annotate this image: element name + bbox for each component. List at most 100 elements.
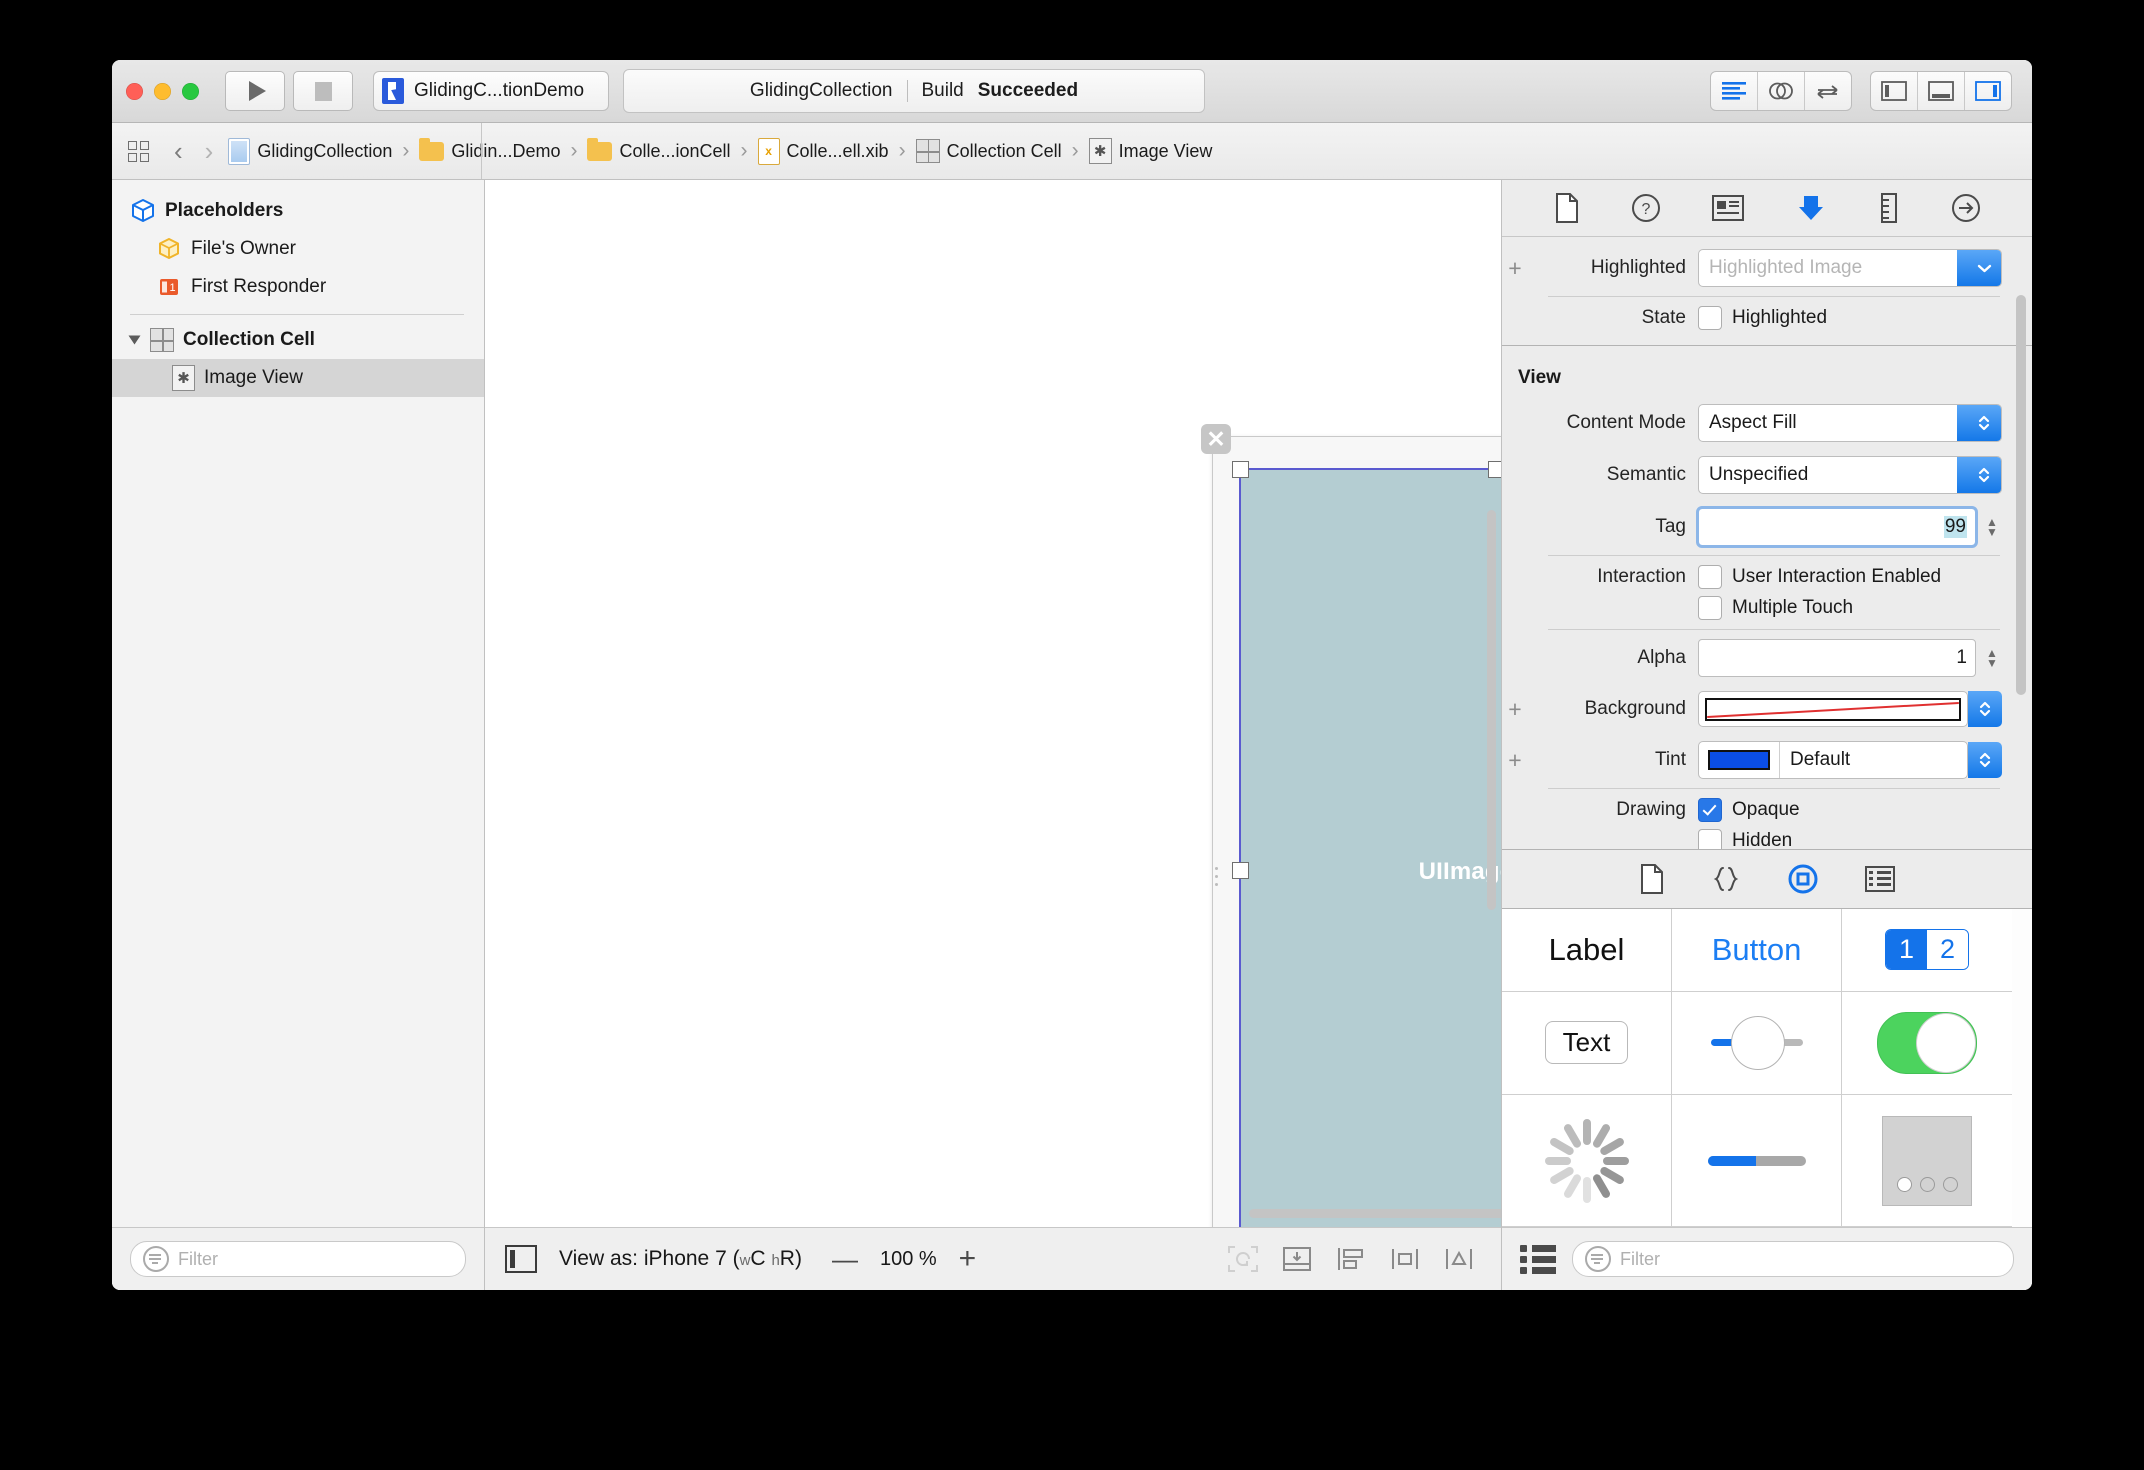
add-tint-variation-button[interactable]: + [1502, 749, 1528, 772]
background-chevron-up-down-icon[interactable] [1968, 691, 2002, 727]
editor-mode-segmented-control[interactable] [1710, 71, 1852, 111]
chevron-down-icon[interactable] [1957, 250, 2001, 286]
opaque-checkbox[interactable] [1698, 798, 1722, 822]
navigate-forward-button[interactable]: › [196, 136, 223, 167]
media-library-icon[interactable] [1865, 866, 1895, 892]
library-item-switch[interactable] [1842, 992, 2012, 1096]
identity-inspector-icon[interactable] [1712, 195, 1744, 221]
file-template-library-icon[interactable] [1639, 864, 1665, 894]
chevron-up-down-icon[interactable] [1957, 457, 2001, 493]
disclosure-triangle-icon[interactable] [129, 336, 141, 345]
close-icon[interactable]: ✕ [1201, 424, 1231, 454]
inspector-row-divider [1548, 296, 2000, 297]
object-library-grid[interactable]: Label Button 1 2 Text [1502, 909, 2032, 1227]
state-highlighted-checkbox[interactable] [1698, 306, 1722, 330]
related-items-icon[interactable] [128, 141, 149, 162]
breadcrumb-item-project[interactable]: GlidingCollection [226, 138, 394, 165]
add-constraints-icon[interactable] [1389, 1245, 1421, 1273]
breadcrumb-item-image-view[interactable]: ✱ Image View [1087, 138, 1215, 164]
quick-help-inspector-icon[interactable]: ? [1631, 193, 1661, 223]
outline-item-placeholders[interactable]: Placeholders [112, 192, 484, 230]
inspector-row-state: + State Highlighted [1502, 299, 2032, 337]
library-item-segmented-control[interactable]: 1 2 [1842, 909, 2012, 992]
toggle-utilities-button[interactable] [1965, 72, 2011, 110]
outline-item-files-owner[interactable]: File's Owner [112, 230, 484, 268]
size-inspector-icon[interactable] [1878, 193, 1900, 223]
inspector-row-interaction: + Interaction User Interaction Enabled [1502, 558, 2032, 596]
attributes-inspector-icon[interactable] [1795, 193, 1827, 223]
canvas-horizontal-scrollbar[interactable] [1249, 1209, 1501, 1218]
embed-in-icon[interactable] [1281, 1245, 1313, 1273]
navigator-filter-field[interactable]: Filter [130, 1241, 466, 1277]
semantic-select[interactable]: Unspecified [1698, 456, 2002, 494]
spacer: + [1502, 464, 1528, 487]
outline-item-collection-cell[interactable]: Collection Cell [112, 321, 484, 359]
library-item-slider[interactable] [1672, 992, 1842, 1096]
library-list-view-icon[interactable] [1520, 1245, 1556, 1274]
toggle-navigator-button[interactable] [1871, 72, 1918, 110]
user-interaction-enabled-checkbox[interactable] [1698, 565, 1722, 589]
selection-handle-top-left[interactable] [1232, 461, 1249, 478]
library-item-label[interactable]: Label [1502, 909, 1672, 992]
zoom-out-button[interactable]: — [832, 1246, 858, 1272]
breadcrumb-item-xib[interactable]: x Colle...ell.xib [756, 138, 891, 165]
align-icon[interactable] [1335, 1245, 1367, 1273]
alpha-input[interactable]: 1 [1698, 639, 1976, 677]
breadcrumb-item-group-cell[interactable]: Colle...ionCell [585, 141, 732, 162]
tag-input[interactable]: 99 [1698, 508, 1976, 546]
device-canvas-frame[interactable]: ✕ UIImageView [1212, 436, 1501, 1227]
canvas-vertical-scrollbar[interactable] [1487, 510, 1496, 910]
chevron-up-down-icon[interactable] [1957, 405, 2001, 441]
interface-builder-canvas[interactable]: ✕ UIImageView [485, 180, 1501, 1227]
zoom-in-button[interactable]: + [959, 1244, 977, 1274]
selection-handle-mid-left[interactable] [1232, 862, 1249, 879]
tag-stepper[interactable]: ▲▼ [1982, 519, 2002, 536]
library-scrollbar[interactable] [2016, 931, 2026, 1021]
alpha-stepper[interactable]: ▲▼ [1982, 650, 2002, 667]
connections-inspector-icon[interactable] [1951, 193, 1981, 223]
panel-toggle-segmented-control[interactable] [1870, 71, 2012, 111]
stop-button[interactable] [293, 71, 353, 111]
breadcrumb-item-group-demo[interactable]: Glidin...Demo [417, 141, 562, 162]
breadcrumb-item-collection-cell[interactable]: Collection Cell [914, 139, 1064, 163]
object-library-icon[interactable] [1787, 863, 1819, 895]
library-item-page-control[interactable] [1842, 1095, 2012, 1227]
library-item-button[interactable]: Button [1672, 909, 1842, 992]
run-button[interactable] [225, 71, 285, 111]
zoom-window-button[interactable] [182, 83, 199, 100]
activity-status-bar[interactable]: GlidingCollection Build Succeeded [623, 69, 1205, 113]
toggle-debug-area-button[interactable] [1918, 72, 1965, 110]
standard-editor-button[interactable] [1711, 72, 1758, 110]
multiple-touch-checkbox[interactable] [1698, 596, 1722, 620]
scheme-selector[interactable]: GlidingC...tionDemo [373, 71, 609, 111]
minimize-window-button[interactable] [154, 83, 171, 100]
outline-item-image-view[interactable]: ✱ Image View [112, 359, 484, 397]
navigate-back-button[interactable]: ‹ [165, 136, 192, 167]
document-outline-toggle-icon[interactable] [505, 1245, 537, 1273]
tint-chevron-up-down-icon[interactable] [1968, 742, 2002, 778]
update-frames-icon[interactable] [1227, 1245, 1259, 1273]
code-snippet-library-icon[interactable] [1711, 864, 1741, 894]
highlighted-image-combo[interactable]: Highlighted Image [1698, 249, 2002, 287]
library-filter-field[interactable]: Filter [1572, 1241, 2014, 1277]
outline-item-first-responder[interactable]: 1 First Responder [112, 268, 484, 306]
file-inspector-icon[interactable] [1554, 193, 1580, 223]
background-color-well[interactable] [1698, 691, 1968, 727]
close-window-button[interactable] [126, 83, 143, 100]
hidden-checkbox[interactable] [1698, 829, 1722, 850]
tint-color-well[interactable]: Default [1698, 741, 1968, 779]
library-item-text-field[interactable]: Text [1502, 992, 1672, 1096]
add-background-variation-button[interactable]: + [1502, 698, 1528, 721]
assistant-editor-button[interactable] [1758, 72, 1805, 110]
version-editor-button[interactable] [1805, 72, 1851, 110]
resolve-issues-icon[interactable] [1443, 1245, 1475, 1273]
content-mode-select[interactable]: Aspect Fill [1698, 404, 2002, 442]
view-as-label[interactable]: View as: iPhone 7 (wC hR) [559, 1247, 802, 1271]
selected-image-view[interactable]: UIImageView [1239, 468, 1501, 1227]
library-item-progress-view[interactable] [1672, 1095, 1842, 1227]
breadcrumb-label: Glidin...Demo [451, 141, 560, 162]
library-item-activity-indicator[interactable] [1502, 1095, 1672, 1227]
add-variation-button[interactable]: + [1502, 257, 1528, 280]
selection-handle-top-center[interactable] [1488, 461, 1501, 478]
inspector-scrollbar[interactable] [2016, 295, 2026, 695]
